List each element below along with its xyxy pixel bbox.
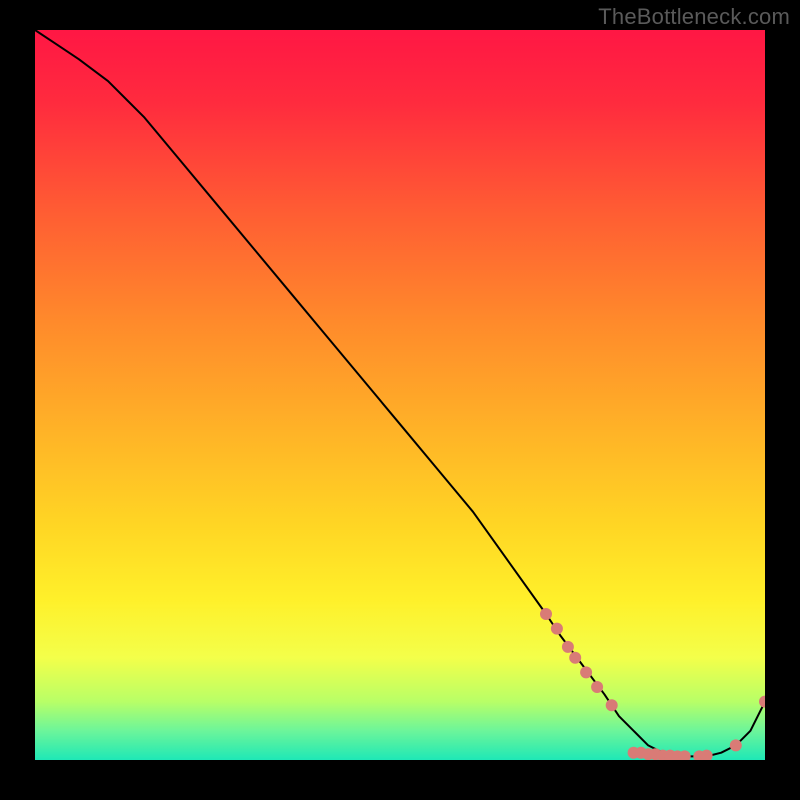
data-marker: [551, 623, 563, 635]
data-marker: [759, 696, 765, 708]
curve-layer: [35, 30, 765, 760]
data-marker: [540, 608, 552, 620]
data-markers: [540, 608, 765, 760]
data-marker: [591, 681, 603, 693]
data-marker: [730, 739, 742, 751]
data-marker: [606, 699, 618, 711]
data-marker: [569, 652, 581, 664]
data-marker: [580, 666, 592, 678]
plot-area: [35, 30, 765, 760]
bottleneck-curve: [35, 30, 765, 756]
data-marker: [562, 641, 574, 653]
watermark-text: TheBottleneck.com: [598, 4, 790, 30]
data-marker: [701, 750, 713, 760]
